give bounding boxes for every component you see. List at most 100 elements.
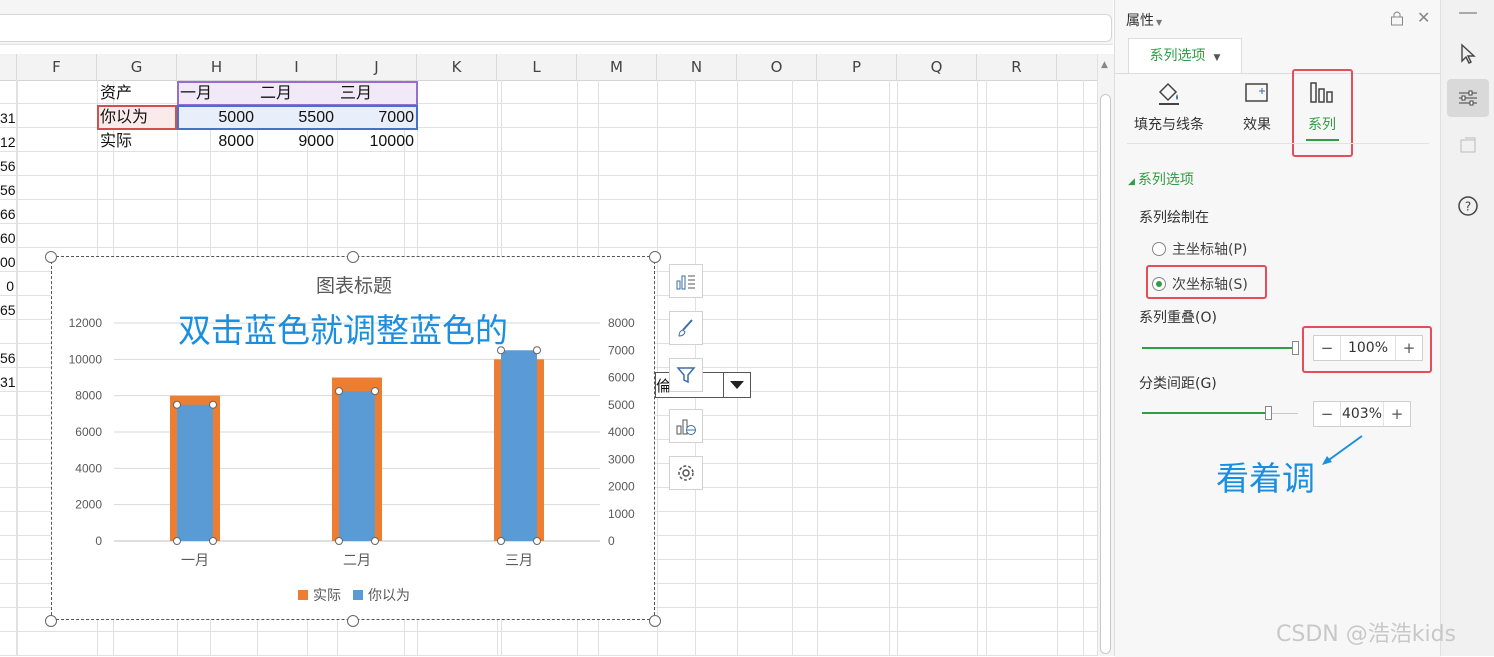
divider: [1127, 143, 1429, 144]
formula-input[interactable]: [0, 14, 1112, 42]
y2-tick-label: 7000: [608, 343, 635, 357]
bar-secondary[interactable]: [177, 404, 213, 541]
decrement-button[interactable]: −: [1314, 402, 1340, 426]
bar-secondary[interactable]: [339, 391, 375, 541]
cell-edge[interactable]: 56: [0, 154, 16, 178]
chart-style-button[interactable]: [669, 311, 703, 345]
scroll-thumb[interactable]: [1100, 94, 1111, 654]
cell-edge[interactable]: 56: [0, 346, 16, 370]
column-header-n[interactable]: N: [657, 54, 737, 80]
cell-edge[interactable]: 12: [0, 130, 16, 154]
selection-point: [371, 537, 379, 545]
column-header-l[interactable]: L: [497, 54, 577, 80]
y-tick-label: 10000: [69, 352, 103, 366]
side-rail: ?: [1440, 0, 1494, 656]
cell-header-asset[interactable]: 资产: [97, 82, 177, 106]
close-icon[interactable]: ✕: [1417, 8, 1430, 27]
resize-handle[interactable]: [649, 615, 661, 627]
cell-edge[interactable]: 60: [0, 226, 16, 250]
legend-label: 实际: [313, 588, 341, 604]
gap-slider-thumb[interactable]: [1265, 406, 1273, 420]
chart-online-button[interactable]: [669, 409, 703, 443]
radio-button[interactable]: [1152, 242, 1166, 256]
resize-handle[interactable]: [649, 251, 661, 263]
y-tick-label: 4000: [75, 461, 102, 475]
cell-edge[interactable]: 66: [0, 202, 16, 226]
svg-text:?: ?: [1465, 200, 1471, 214]
cell-edge[interactable]: 0: [0, 274, 14, 298]
resize-handle[interactable]: [347, 615, 359, 627]
bar-secondary[interactable]: [501, 350, 537, 541]
gear-icon: [678, 465, 694, 481]
range-outline-series-values: [177, 105, 418, 130]
y2-tick-label: 4000: [608, 425, 635, 439]
gap-value[interactable]: 403%: [1340, 402, 1384, 426]
arrow-annotation-icon: [1322, 435, 1363, 465]
select-cursor-button[interactable]: [1447, 35, 1489, 73]
column-header-m[interactable]: M: [577, 54, 657, 80]
increment-button[interactable]: +: [1384, 402, 1410, 426]
column-header-r[interactable]: R: [977, 54, 1057, 80]
resize-handle[interactable]: [45, 615, 57, 627]
x-tick-label: 一月: [181, 553, 209, 569]
selection-point: [209, 537, 217, 545]
chart-elements-button[interactable]: [669, 264, 703, 298]
cell-value[interactable]: 8000: [177, 130, 257, 154]
annotation-panel-note: 看着调: [1216, 459, 1315, 498]
column-header-k[interactable]: K: [417, 54, 497, 80]
highlight-box: [1146, 265, 1267, 299]
transform-button[interactable]: [1447, 126, 1489, 164]
properties-button[interactable]: [1447, 79, 1489, 117]
x-tick-label: 三月: [505, 553, 533, 569]
drag-bar-icon[interactable]: [1459, 12, 1477, 14]
cell-value[interactable]: 9000: [257, 130, 337, 154]
cell-edge[interactable]: 31: [0, 370, 16, 394]
legend-swatch: [298, 590, 308, 600]
subtab-fill-line[interactable]: 填充与线条: [1129, 80, 1209, 134]
column-header-q[interactable]: Q: [897, 54, 977, 80]
column-header-f[interactable]: F: [17, 54, 97, 80]
tab-series-options[interactable]: 系列选项 ▼: [1128, 38, 1242, 74]
chevron-down-icon: ▼: [1213, 53, 1221, 63]
help-button[interactable]: ?: [1447, 187, 1489, 225]
dropdown-arrow-icon[interactable]: [723, 373, 750, 397]
column-header-i[interactable]: I: [257, 54, 337, 80]
cell-edge[interactable]: 00: [0, 250, 16, 274]
column-header-partial[interactable]: [0, 54, 17, 80]
column-header-p[interactable]: P: [817, 54, 897, 80]
y2-tick-label: 5000: [608, 398, 635, 412]
column-header-h[interactable]: H: [177, 54, 257, 80]
overlap-slider-thumb[interactable]: [1292, 341, 1299, 355]
vertical-scrollbar[interactable]: ▲: [1097, 54, 1114, 656]
cell-value[interactable]: 10000: [337, 130, 417, 154]
column-header-g[interactable]: G: [97, 54, 177, 80]
y2-tick-label: 2000: [608, 480, 635, 494]
grid-line: [977, 80, 978, 656]
lock-icon[interactable]: [1390, 10, 1404, 30]
y2-tick-label: 0: [608, 534, 615, 548]
cell-row-label[interactable]: 实际: [97, 130, 177, 154]
fill-bucket-icon: [1158, 82, 1179, 105]
online-chart-icon: [676, 419, 696, 435]
cell-edge[interactable]: 65: [0, 298, 16, 322]
x-tick-label: 二月: [343, 553, 371, 569]
chart-settings-button[interactable]: [669, 456, 703, 490]
overlap-label: 系列重叠(O): [1139, 310, 1217, 326]
panel-title[interactable]: 属性 ▼: [1126, 10, 1162, 30]
column-header-j[interactable]: J: [337, 54, 417, 80]
resize-handle[interactable]: [45, 251, 57, 263]
legend-label: 你以为: [368, 588, 410, 604]
cell-edge[interactable]: 31: [0, 106, 16, 130]
grid-line: [897, 80, 898, 656]
gap-label: 分类间距(G): [1139, 376, 1217, 392]
resize-handle[interactable]: [347, 251, 359, 263]
chart-filter-button[interactable]: [669, 358, 703, 392]
column-header-o[interactable]: O: [737, 54, 817, 80]
gap-spinner[interactable]: − 403% +: [1313, 401, 1411, 427]
section-series-options[interactable]: ◢ 系列选项: [1128, 169, 1194, 189]
brush-icon: [678, 319, 693, 337]
scroll-up-icon[interactable]: ▲: [1101, 60, 1108, 70]
range-outline-categories: [177, 81, 418, 106]
cell-edge[interactable]: 56: [0, 178, 16, 202]
radio-primary-axis[interactable]: 主坐标轴(P): [1152, 239, 1247, 259]
